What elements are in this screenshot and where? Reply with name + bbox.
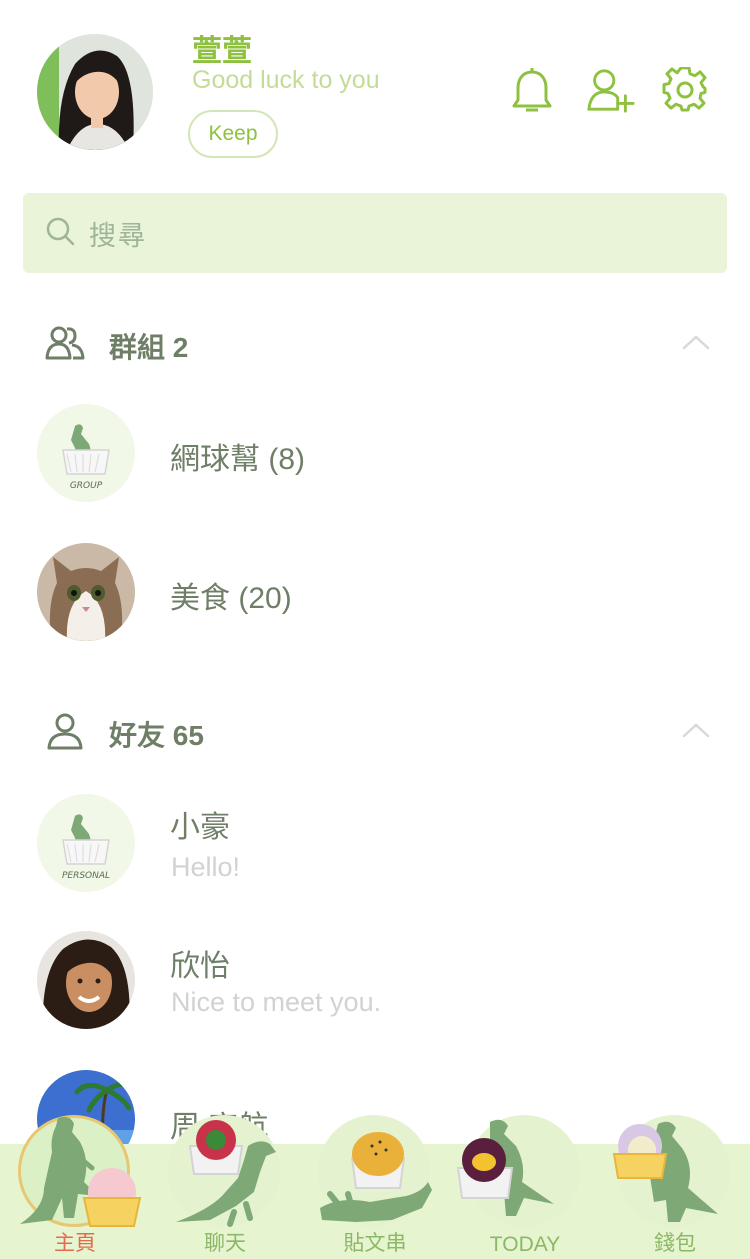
- gear-icon[interactable]: [660, 64, 710, 116]
- group-list-item[interactable]: GROUP 網球幫 (8): [0, 398, 750, 508]
- dinosaur-dessert-icon: [456, 1119, 554, 1216]
- search-input[interactable]: 搜尋: [89, 214, 147, 253]
- friend-status-message: Nice to meet you.: [171, 987, 382, 1017]
- nav-wallet[interactable]: 錢包: [600, 1112, 750, 1259]
- dinosaur-dessert-icon: [612, 1121, 718, 1222]
- friend-status-message: Hello!: [171, 852, 241, 882]
- friend-list-item[interactable]: 欣怡 Nice to meet you.: [0, 925, 750, 1035]
- nav-label: 聊天: [204, 1232, 246, 1255]
- dinosaur-dessert-icon: [20, 1116, 142, 1227]
- friend-name: 小豪: [170, 811, 230, 844]
- friend-list-item[interactable]: PERSONAL 小豪 Hello!: [0, 788, 750, 898]
- friends-section-title: 好友 65: [109, 720, 204, 751]
- group-name: 網球幫 (8): [170, 443, 305, 476]
- search-bar[interactable]: 搜尋: [23, 193, 727, 273]
- group-list-item[interactable]: 美食 (20): [0, 537, 750, 647]
- profile-name: 萱萱: [192, 35, 252, 68]
- groups-section-header[interactable]: 群組 2: [0, 314, 750, 374]
- keep-button[interactable]: Keep: [188, 110, 278, 158]
- add-friend-icon[interactable]: [585, 64, 635, 116]
- friends-section-header[interactable]: 好友 65: [0, 702, 750, 762]
- friend-avatar: PERSONAL: [37, 794, 135, 892]
- nav-today[interactable]: TODAY: [450, 1112, 600, 1259]
- nav-label: TODAY: [489, 1233, 561, 1256]
- dinosaur-dessert-icon: [320, 1132, 432, 1222]
- chevron-up-icon[interactable]: [681, 716, 711, 746]
- nav-label: 貼文串: [343, 1232, 407, 1255]
- bell-icon[interactable]: [507, 64, 557, 116]
- friend-avatar-label: PERSONAL: [62, 871, 110, 881]
- nav-chat[interactable]: 聊天: [150, 1112, 300, 1259]
- profile-avatar[interactable]: [37, 34, 153, 150]
- groups-section-title: 群組 2: [109, 332, 189, 363]
- group-avatar: GROUP: [37, 404, 135, 502]
- person-icon: [45, 712, 85, 752]
- search-icon: [45, 216, 75, 251]
- friend-avatar: [37, 931, 135, 1029]
- nav-label: 錢包: [654, 1232, 696, 1255]
- nav-timeline[interactable]: 貼文串: [300, 1112, 450, 1259]
- dinosaur-dessert-icon: [176, 1120, 276, 1227]
- friend-name: 欣怡: [170, 950, 230, 983]
- group-name: 美食 (20): [170, 582, 292, 615]
- bottom-navigation: 主頁 聊天 貼文串 TODAY 錢包: [0, 1115, 750, 1259]
- group-avatar: [37, 543, 135, 641]
- chevron-up-icon[interactable]: [681, 328, 711, 358]
- group-avatar-label: GROUP: [70, 481, 103, 491]
- nav-home[interactable]: 主頁: [0, 1112, 150, 1259]
- nav-label: 主頁: [54, 1232, 96, 1255]
- group-icon: [45, 324, 85, 364]
- profile-status-message[interactable]: Good luck to you: [192, 66, 380, 95]
